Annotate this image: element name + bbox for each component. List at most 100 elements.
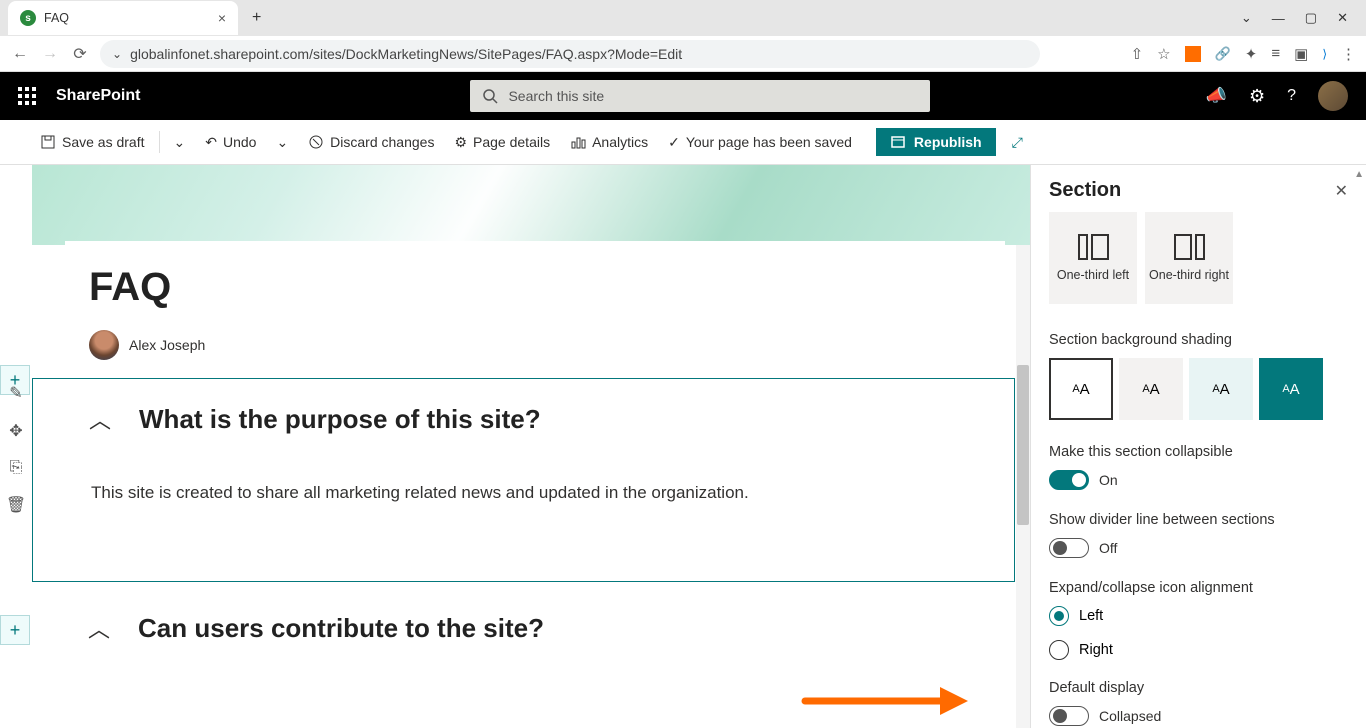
close-icon[interactable]: ✕ [1335,181,1348,201]
app-launcher-icon[interactable] [18,87,36,105]
gear-icon: ⚙ [454,134,467,151]
search-input[interactable]: Search this site [470,80,930,112]
save-draft-dropdown[interactable]: ⌄ [166,130,194,155]
shade-none[interactable]: AA [1049,358,1113,420]
menu-icon[interactable]: ⋮ [1341,45,1356,63]
canvas-scrollbar[interactable] [1016,245,1030,728]
maximize-icon[interactable]: ▢ [1305,10,1317,26]
link-icon[interactable]: 🔗 [1215,46,1231,62]
analytics-icon [570,134,586,150]
divider-label: Show divider line between sections [1049,512,1348,528]
megaphone-icon[interactable]: 📣 [1206,86,1227,106]
browser-tab[interactable]: s FAQ × [8,1,238,35]
discard-icon [308,134,324,150]
layout-one-third-right[interactable]: One-third right [1145,212,1233,304]
republish-button[interactable]: Republish [876,128,996,156]
share-icon[interactable]: ⇧ [1131,45,1144,63]
close-tab-icon[interactable]: × [218,10,226,26]
undo-dropdown[interactable]: ⌄ [268,130,296,155]
tab-title: FAQ [44,11,69,25]
pane-scroll-up-icon[interactable]: ▲ [1354,169,1364,180]
chevron-up-icon[interactable]: ︿ [88,612,110,644]
shade-neutral[interactable]: AA [1119,358,1183,420]
sharepoint-brand[interactable]: SharePoint [56,87,140,105]
page-details-button[interactable]: ⚙ Page details [446,130,558,155]
list-icon[interactable]: ≡ [1271,45,1280,62]
section-side-toolbar: ✎ ✥ ⎘ 🗑 [0,383,32,515]
bookmark-icon[interactable]: ☆ [1157,45,1170,63]
move-icon[interactable]: ✥ [9,421,22,441]
minimize-icon[interactable]: — [1272,11,1285,26]
page-header-image[interactable] [32,165,1030,245]
chevron-down-icon: ⌄ [276,134,288,151]
dock-ext-icon[interactable]: ⟩ [1322,47,1327,61]
save-draft-button[interactable]: Save as draft [32,130,153,154]
search-icon [482,88,498,104]
page-command-bar: Save as draft ⌄ ↶ Undo ⌄ Discard changes… [0,120,1366,165]
align-label: Expand/collapse icon alignment [1049,580,1348,596]
chevron-up-icon[interactable]: ︿ [89,403,111,435]
annotation-arrow [800,681,970,721]
shade-strong[interactable]: AA [1259,358,1323,420]
delete-icon[interactable]: 🗑 [6,495,26,515]
collapsible-section-selected[interactable]: ︿ What is the purpose of this site? This… [32,378,1015,582]
shade-soft[interactable]: AA [1189,358,1253,420]
discard-button[interactable]: Discard changes [300,130,442,154]
pane-title: Section [1049,179,1121,202]
save-icon [40,134,56,150]
saved-status: ✓ Your page has been saved [660,130,860,155]
collapse-pane-icon[interactable]: ⤢ [1012,134,1023,151]
accordion-body[interactable]: This site is created to share all market… [33,441,1014,563]
collapsible-toggle[interactable] [1049,470,1089,490]
page-title[interactable]: FAQ [89,265,981,310]
browser-tab-strip: s FAQ × + ⌄ — ▢ ✕ [0,0,1366,36]
align-left-radio[interactable] [1049,606,1069,626]
layout-one-third-left[interactable]: One-third left [1049,212,1137,304]
page-canvas: FAQ Alex Joseph + ︿ What is the purpose … [0,165,1030,728]
divider-state: Off [1099,540,1117,556]
scroll-thumb[interactable] [1017,365,1029,525]
undo-icon: ↶ [205,134,217,151]
collapsible-label: Make this section collapsible [1049,444,1348,460]
undo-button[interactable]: ↶ Undo [197,130,264,155]
add-section-button[interactable]: + [0,615,30,645]
forward-icon: → [40,45,60,63]
help-icon[interactable]: ? [1287,87,1296,105]
url-text: globalinfonet.sharepoint.com/sites/DockM… [130,46,682,62]
site-info-icon[interactable]: ⌄ [112,47,122,61]
bg-shading-label: Section background shading [1049,332,1348,348]
extensions-icon[interactable]: ✦ [1245,45,1258,63]
default-display-toggle[interactable] [1049,706,1089,726]
divider-toggle[interactable] [1049,538,1089,558]
section-property-pane: Section ✕ One-third left One-third right… [1030,165,1366,728]
accordion-heading[interactable]: What is the purpose of this site? [139,404,541,435]
back-icon[interactable]: ← [10,45,30,63]
settings-icon[interactable]: ⚙ [1249,86,1265,107]
sharepoint-favicon: s [20,10,36,26]
collapsible-section[interactable]: ︿ Can users contribute to the site? [32,588,1015,668]
align-right-radio[interactable] [1049,640,1069,660]
sharepoint-suite-bar: SharePoint Search this site 📣 ⚙ ? [0,72,1366,120]
check-icon: ✓ [668,134,680,151]
reload-icon[interactable]: ⟳ [70,44,90,64]
browser-address-bar: ← → ⟳ ⌄ globalinfonet.sharepoint.com/sit… [0,36,1366,72]
chevron-down-icon[interactable]: ⌄ [1241,10,1252,26]
chevron-down-icon: ⌄ [174,134,186,151]
window-close-icon[interactable]: ✕ [1337,10,1348,26]
author-name[interactable]: Alex Joseph [129,337,205,353]
url-input[interactable]: ⌄ globalinfonet.sharepoint.com/sites/Doc… [100,40,1040,68]
default-display-state: Collapsed [1099,708,1161,724]
default-display-label: Default display [1049,680,1348,696]
edit-icon[interactable]: ✎ [9,383,22,403]
panel-icon[interactable]: ▣ [1294,45,1308,63]
republish-icon [890,134,906,150]
new-tab-button[interactable]: + [252,9,261,27]
analytics-button[interactable]: Analytics [562,130,656,154]
accordion-heading[interactable]: Can users contribute to the site? [138,613,544,644]
user-avatar[interactable] [1318,81,1348,111]
collapsible-state: On [1099,472,1118,488]
extension-icon[interactable] [1185,46,1201,62]
copy-icon[interactable]: ⎘ [10,459,23,477]
search-placeholder: Search this site [508,88,604,104]
author-avatar[interactable] [89,330,119,360]
